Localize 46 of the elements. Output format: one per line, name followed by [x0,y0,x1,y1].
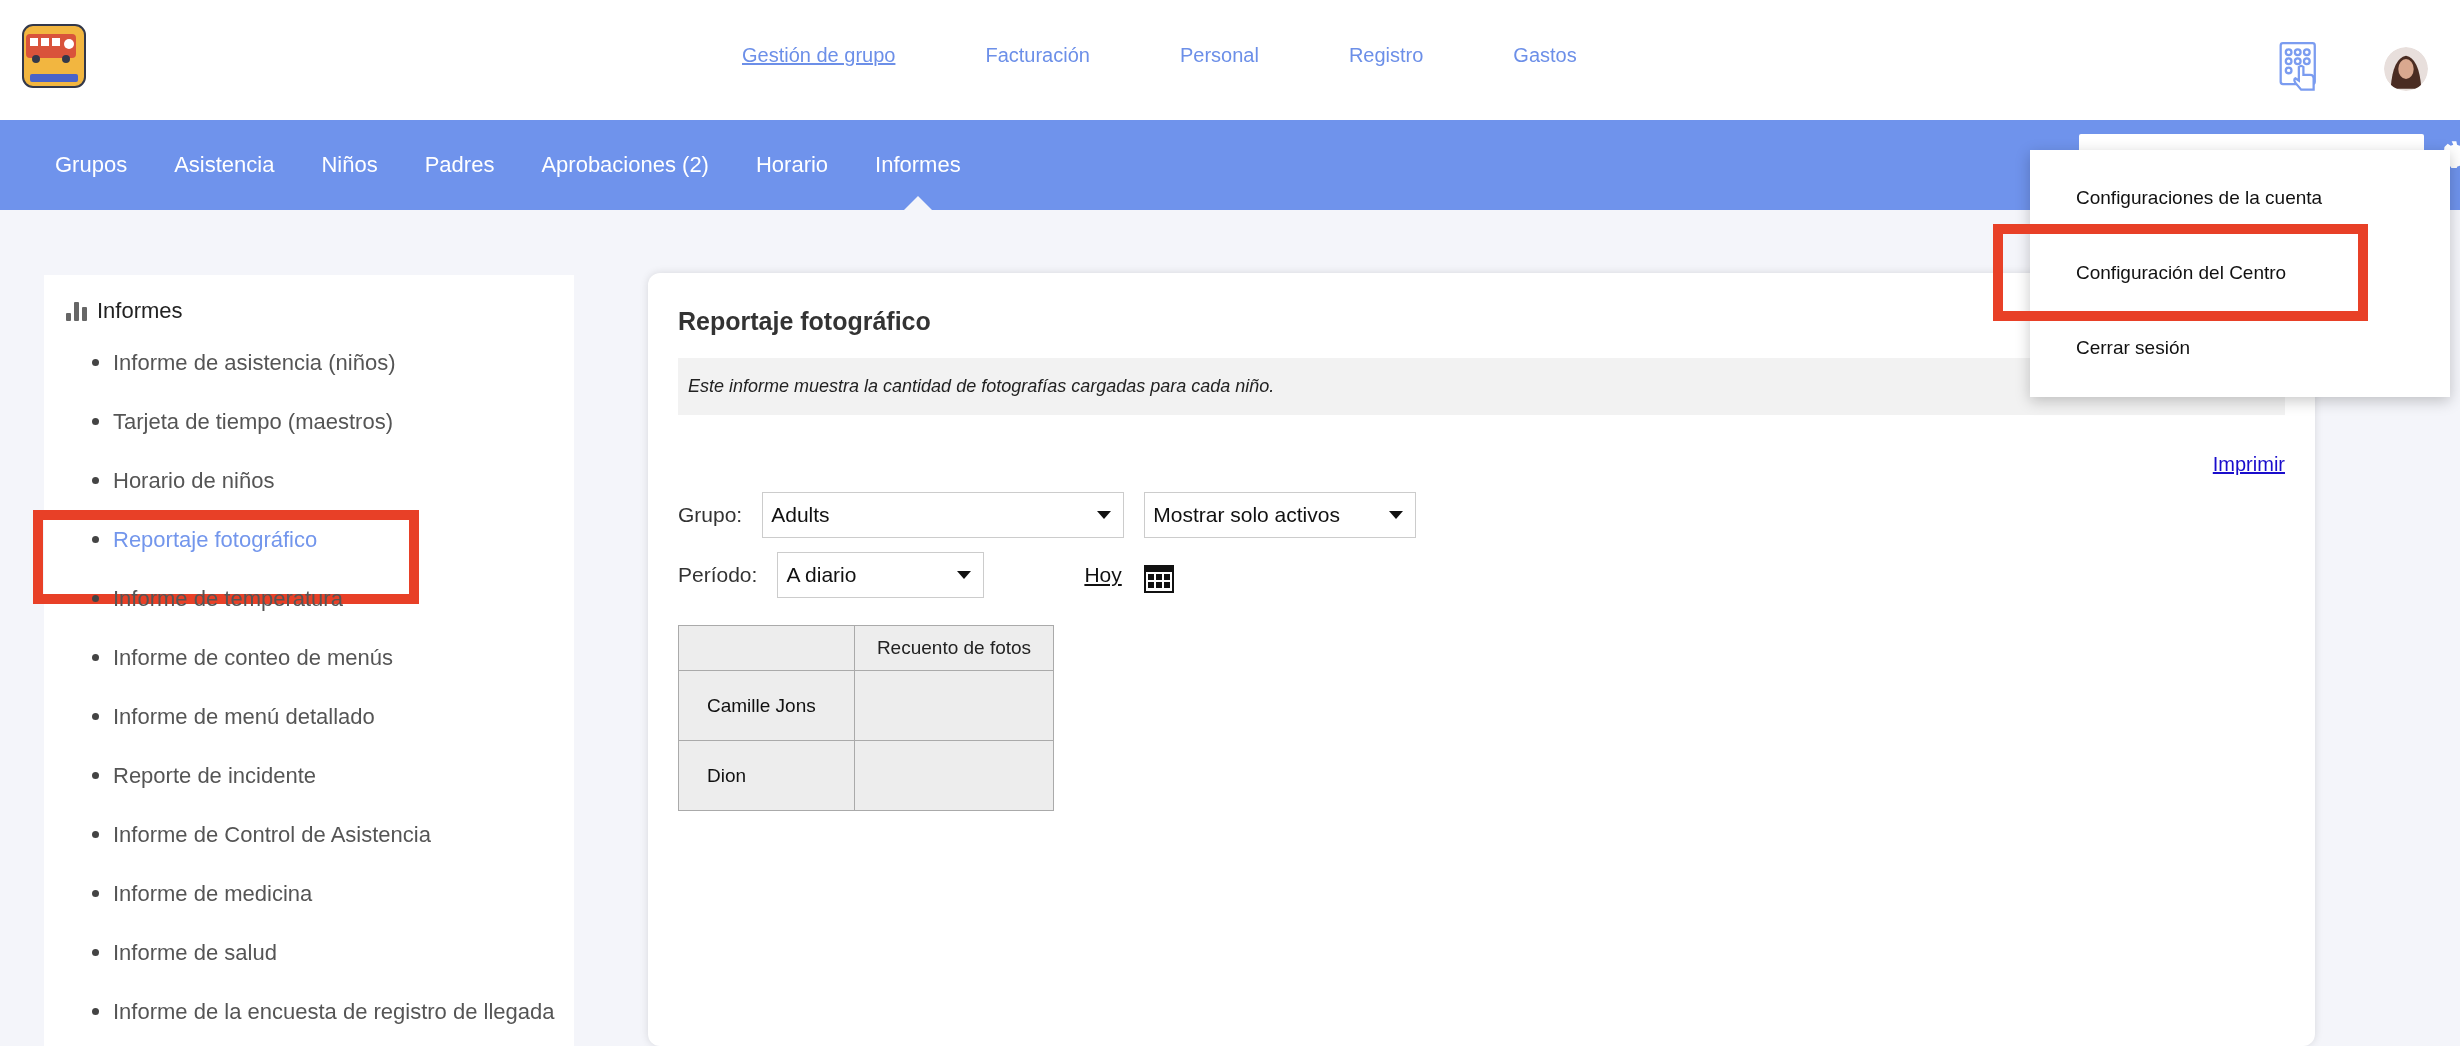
bar-chart-icon [66,301,87,321]
report-title: Reportaje fotográfico [678,307,932,336]
bullet-icon [92,595,99,602]
sidebar-item[interactable]: Horario de niños [113,467,275,494]
bullet-icon [92,477,99,484]
bullet-icon [92,772,99,779]
caret-icon [1097,511,1112,519]
bullet-icon [92,831,99,838]
calendar-icon[interactable] [1143,565,1174,593]
sidebar-item[interactable]: Informe de conteo de menús [113,644,394,671]
bullet-icon [92,536,99,543]
field-label: Período: [678,563,758,587]
bullet-icon [92,890,99,897]
bullet-icon [92,713,99,720]
bullet-icon [92,418,99,425]
field-label: Grupo: [678,503,743,527]
pointer-icon [903,196,932,210]
sidebar-item[interactable]: Informe de menú detallado [113,703,375,730]
dropdown[interactable]: Adults [762,492,1125,538]
dropdown[interactable]: A diario [777,552,985,598]
sidebar-item[interactable]: Reporte de incidente [113,762,317,789]
sidebar-item[interactable]: Informe de salud [113,939,277,966]
column-header: Recuento de fotos [854,625,1054,671]
bullet-icon [92,359,99,366]
sidebar-item[interactable]: Informe de asistencia (niños) [113,349,396,376]
caret-icon [957,571,972,579]
sidebar-item[interactable]: Informe de medicina [113,880,313,907]
print-link[interactable]: Imprimir [2212,453,2285,483]
logo-icon[interactable] [22,24,86,88]
dropdown-value: Mostrar solo activos [1153,503,1340,527]
dropdown-value: Adults [771,503,830,527]
dropdown-value: A diario [786,563,857,587]
bullet-icon [92,949,99,956]
dropdown[interactable]: Mostrar solo activos [1144,492,1417,538]
sidebar-item[interactable]: Informe de la encuesta de registro de llegada [113,998,555,1025]
menu-item[interactable]: Configuración del Centro [1993,224,2368,321]
caret-icon [1389,511,1404,519]
avatar[interactable] [2384,47,2428,91]
sidebar-item[interactable]: Informe de Control de Asistencia [113,821,431,848]
sidebar-title: Informes [97,298,183,324]
today-link[interactable]: Hoy [1084,563,1122,587]
bullet-icon [92,1008,99,1015]
table-cell: Camille Jons [678,670,855,741]
sidebar-item[interactable]: Tarjeta de tiempo (maestros) [113,408,393,435]
bullet-icon [92,654,99,661]
table-cell: Dion [678,740,855,811]
